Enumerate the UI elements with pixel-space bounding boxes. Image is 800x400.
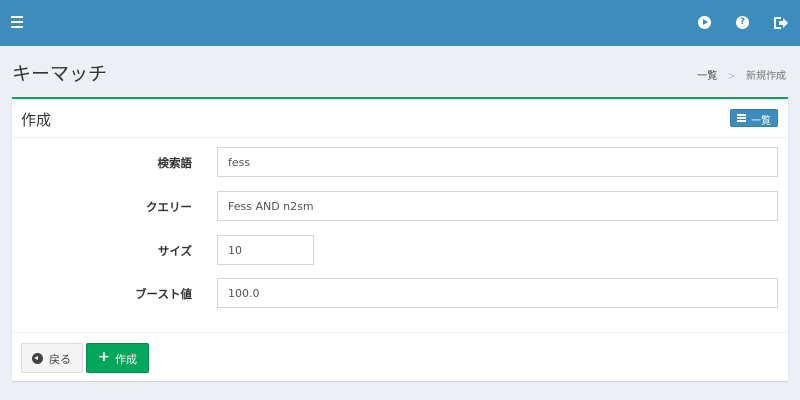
search-term-input[interactable] <box>217 147 778 177</box>
boost-label: ブースト値 <box>135 287 192 301</box>
size-input[interactable] <box>217 235 314 265</box>
box-title: 作成 <box>21 111 52 129</box>
query-label: クエリー <box>146 200 192 214</box>
boost-input[interactable] <box>217 278 778 308</box>
back-arrow-icon <box>32 353 43 364</box>
help-icon[interactable]: ? <box>736 16 749 29</box>
create-form-box: 作成 一覧 検索語 クエリー サイズ ブースト値 戻る + 作成 <box>12 97 788 381</box>
plus-icon: + <box>98 349 110 365</box>
size-label: サイズ <box>157 244 192 258</box>
list-button[interactable]: 一覧 <box>730 109 778 127</box>
list-icon <box>737 114 746 122</box>
back-button[interactable]: 戻る <box>21 343 83 373</box>
box-footer: 戻る + 作成 <box>12 332 788 383</box>
box-header: 作成 一覧 <box>12 99 788 138</box>
query-input[interactable] <box>217 191 778 221</box>
logout-icon[interactable] <box>774 17 788 29</box>
breadcrumb-current: 新規作成 <box>746 71 786 82</box>
top-navbar: ? <box>0 0 800 46</box>
back-button-label: 戻る <box>49 353 71 366</box>
play-circle-icon[interactable] <box>698 16 711 29</box>
search-term-label: 検索語 <box>157 156 193 170</box>
menu-icon[interactable] <box>11 16 23 29</box>
breadcrumb: 一覧 > 新規作成 <box>697 67 786 82</box>
breadcrumb-separator: > <box>727 71 736 82</box>
create-button[interactable]: + 作成 <box>86 343 149 373</box>
breadcrumb-list-link[interactable]: 一覧 <box>697 71 717 82</box>
list-button-label: 一覧 <box>751 116 771 127</box>
page-title: キーマッチ <box>12 63 108 85</box>
create-button-label: 作成 <box>115 353 137 366</box>
